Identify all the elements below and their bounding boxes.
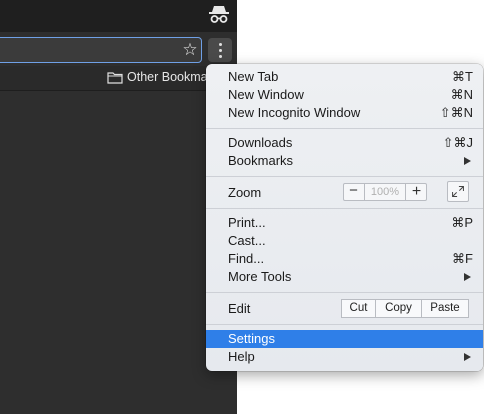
menu-item-label: New Incognito Window [228, 105, 361, 120]
menu-item-label: Settings [228, 331, 275, 346]
menu-item-label: New Tab [228, 69, 279, 84]
menu-item-shortcut: ⌘P [451, 215, 473, 230]
paste-button[interactable]: Paste [421, 299, 469, 318]
zoom-in-button[interactable]: + [405, 183, 427, 201]
menu-item-shortcut: ⌘N [450, 87, 473, 102]
menu-item-new-tab[interactable]: New Tab ⌘T [206, 68, 483, 86]
zoom-out-button[interactable]: − [343, 183, 365, 201]
menu-item-shortcut: ⇧⌘N [439, 105, 473, 120]
copy-button[interactable]: Copy [375, 299, 422, 318]
menu-item-label: More Tools [228, 269, 292, 284]
menu-item-new-incognito-window[interactable]: New Incognito Window ⇧⌘N [206, 104, 483, 122]
menu-item-label: Print... [228, 215, 266, 230]
menu-separator [206, 324, 483, 325]
menu-item-downloads[interactable]: Downloads ⇧⌘J [206, 134, 483, 152]
menu-item-shortcut: ⇧⌘J [442, 135, 473, 150]
menu-item-cast[interactable]: Cast... [206, 232, 483, 250]
menu-item-print[interactable]: Print... ⌘P [206, 214, 483, 232]
menu-separator [206, 128, 483, 129]
menu-item-help[interactable]: Help [206, 348, 483, 366]
menu-item-label: New Window [228, 87, 304, 102]
menu-item-label: Edit [228, 301, 251, 316]
menu-item-label: Bookmarks [228, 153, 294, 168]
menu-item-label: Cast... [228, 233, 266, 248]
menu-item-shortcut: ⌘T [452, 69, 473, 84]
submenu-arrow-icon [464, 273, 471, 281]
menu-separator [206, 208, 483, 209]
menu-dot-icon [219, 43, 222, 46]
menu-item-find[interactable]: Find... ⌘F [206, 250, 483, 268]
menu-dot-icon [219, 55, 222, 58]
fullscreen-icon[interactable] [447, 181, 469, 202]
menu-item-more-tools[interactable]: More Tools [206, 268, 483, 286]
chrome-main-menu: New Tab ⌘T New Window ⌘N New Incognito W… [206, 64, 483, 371]
zoom-level: 100% [370, 186, 400, 198]
menu-item-bookmarks[interactable]: Bookmarks [206, 152, 483, 170]
cut-button[interactable]: Cut [341, 299, 376, 318]
browser-window: ☆ Other Bookmarks [0, 0, 237, 414]
menu-separator [206, 292, 483, 293]
bookmark-star-icon[interactable]: ☆ [181, 39, 199, 61]
address-bar[interactable] [0, 37, 202, 63]
menu-separator [206, 176, 483, 177]
menu-item-label: Zoom [228, 185, 262, 200]
menu-item-label: Find... [228, 251, 265, 266]
submenu-arrow-icon [464, 353, 471, 361]
title-bar [0, 0, 237, 32]
menu-item-shortcut: ⌘F [452, 251, 473, 266]
menu-item-label: Downloads [228, 135, 293, 150]
menu-button[interactable] [208, 38, 232, 62]
menu-item-new-window[interactable]: New Window ⌘N [206, 86, 483, 104]
menu-item-label: Help [228, 349, 255, 364]
submenu-arrow-icon [464, 157, 471, 165]
menu-item-settings[interactable]: Settings [206, 330, 483, 348]
menu-dot-icon [219, 49, 222, 52]
incognito-icon [209, 6, 229, 23]
folder-icon [107, 72, 123, 84]
